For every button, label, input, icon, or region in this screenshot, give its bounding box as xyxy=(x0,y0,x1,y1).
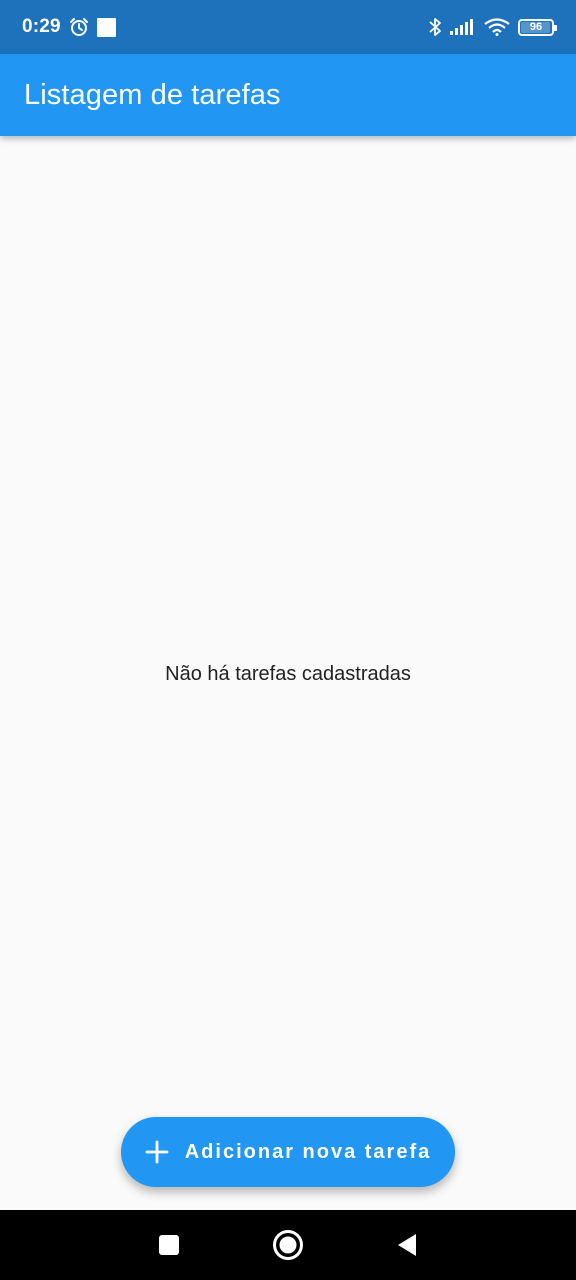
add-task-label: Adicionar nova tarefa xyxy=(184,1140,432,1163)
signal-icon xyxy=(450,19,476,35)
wifi-icon xyxy=(484,18,510,36)
status-bar: 0:29 96 xyxy=(0,0,576,54)
home-circle-icon[interactable] xyxy=(266,1223,310,1267)
main-content: Não há tarefas cadastradas xyxy=(0,136,576,1210)
plus-icon xyxy=(145,1140,169,1164)
recents-square-icon[interactable] xyxy=(147,1223,191,1267)
battery-icon: 96 xyxy=(518,18,557,36)
screen: 0:29 96 Listagem de tarefas Não há taref… xyxy=(0,0,576,1280)
bluetooth-icon xyxy=(428,17,442,37)
back-triangle-icon[interactable] xyxy=(385,1223,429,1267)
app-bar: Listagem de tarefas xyxy=(0,54,576,136)
notification-square-icon xyxy=(96,17,116,37)
status-time: 0:29 xyxy=(22,16,61,37)
status-left: 0:29 xyxy=(22,16,116,38)
status-right: 96 xyxy=(428,17,557,37)
system-nav-bar xyxy=(0,1210,576,1280)
add-task-button[interactable]: Adicionar nova tarefa xyxy=(121,1117,455,1187)
page-title: Listagem de tarefas xyxy=(24,78,281,111)
alarm-icon xyxy=(69,17,89,37)
battery-level: 96 xyxy=(529,21,543,33)
empty-state-message: Não há tarefas cadastradas xyxy=(165,662,411,685)
